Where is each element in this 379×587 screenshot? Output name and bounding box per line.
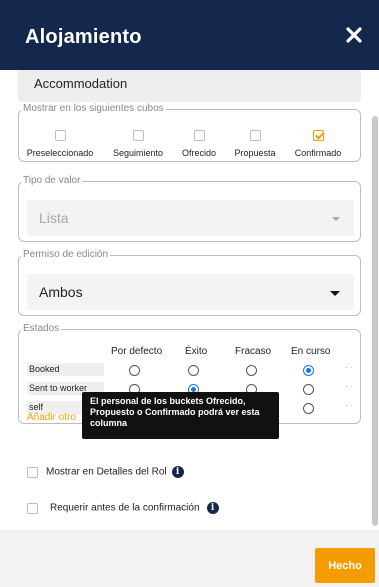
radio-booked-in-progress[interactable] [303,365,314,376]
checkbox[interactable] [54,130,66,141]
checkbox-checked[interactable] [312,130,324,141]
checkbox[interactable] [27,466,38,478]
modal-title: Alojamiento [25,26,142,48]
row-overflow: · · [345,382,353,391]
radio-booked-default[interactable] [129,365,140,376]
require-before-label: Requerir antes de la confirmación [50,502,200,514]
cube-option-seguimiento[interactable]: Seguimiento [105,130,171,158]
column-header-failure: Fracaso [235,346,272,357]
edit-permission-legend: Permiso de edición [23,249,109,260]
cubes-legend: Mostrar en los siguientes cubos [23,103,164,114]
value-type-legend: Tipo de valor [23,175,81,186]
value-type-value: Lista [39,210,69,226]
chevron-down-icon [332,217,340,221]
checkbox[interactable] [249,130,261,141]
radio-booked-success[interactable] [188,365,199,376]
edit-permission-value: Ambos [39,284,83,300]
value-type-fieldset: Tipo de valor Lista [18,176,361,242]
cube-option-propuesta[interactable]: Propuesta [229,130,281,158]
edit-permission-fieldset: Permiso de edición Ambos [18,250,361,316]
show-in-role-row[interactable]: Mostrar en Detalles del Rol i [27,466,184,478]
modal-footer: Hecho [0,530,379,587]
scrollbar[interactable] [371,70,379,530]
radio-self-in-progress[interactable] [303,403,314,414]
require-before-row[interactable]: Requerir antes de la confirmación i [27,502,219,514]
done-button[interactable]: Hecho [315,548,375,583]
states-legend: Estados [23,323,60,334]
column-header-in-progress: En curso [291,346,331,357]
radio-booked-failure[interactable] [246,365,257,376]
column-header-success: Éxito [185,346,208,357]
cube-label: Propuesta [234,148,276,158]
cube-label: Preseleccionado [26,148,94,158]
state-label-booked[interactable]: Booked [27,363,104,376]
info-icon[interactable]: i [206,502,219,514]
scrollbar-thumb[interactable] [372,116,378,526]
info-icon[interactable]: i [171,466,184,478]
modal-header: Alojamiento [0,0,379,70]
checkbox[interactable] [27,502,38,514]
cube-label: Seguimiento [112,148,164,158]
close-icon[interactable] [343,24,365,46]
cube-option-ofrecido[interactable]: Ofrecido [173,130,225,158]
tooltip: El personal de los buckets Ofrecido, Pro… [82,392,279,439]
show-in-role-label: Mostrar en Detalles del Rol [46,466,167,478]
edit-permission-select[interactable]: Ambos [27,274,354,310]
chevron-down-icon [330,291,340,296]
cube-label: Ofrecido [181,148,216,158]
cubes-fieldset: Mostrar en los siguientes cubos Preselec… [18,104,361,162]
checkbox[interactable] [132,130,144,141]
column-header-default: Por defecto [111,346,163,357]
radio-sent-in-progress[interactable] [303,384,314,395]
row-overflow: · · [345,401,353,410]
cube-option-preseleccionado[interactable]: Preseleccionado [19,130,101,158]
modal-body: Accommodation Mostrar en los siguientes … [0,70,371,530]
checkbox[interactable] [193,130,205,141]
row-overflow: · · [345,363,353,372]
cube-option-confirmado[interactable]: Confirmado [289,130,347,158]
value-type-select[interactable]: Lista [27,200,354,236]
cube-label: Confirmado [294,148,342,158]
add-state-link[interactable]: Añadir otro [27,412,76,423]
column-name-input[interactable]: Accommodation [18,70,361,102]
